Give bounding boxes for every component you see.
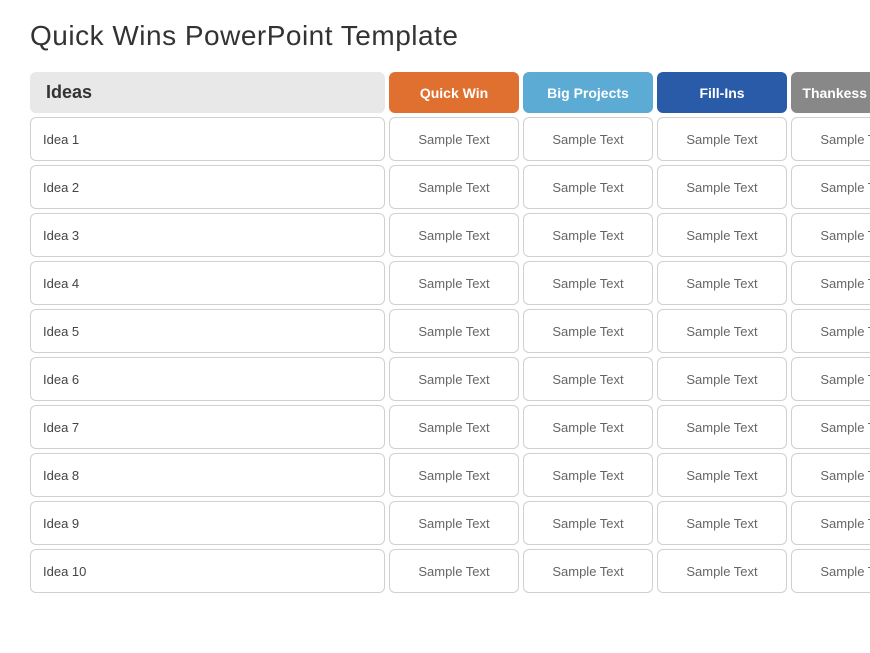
table-row: Idea 7Sample TextSample TextSample TextS… — [30, 405, 840, 449]
big-projects-cell-10[interactable]: Sample Text — [523, 549, 653, 593]
quick-win-cell-9[interactable]: Sample Text — [389, 501, 519, 545]
table-row: Idea 8Sample TextSample TextSample TextS… — [30, 453, 840, 497]
thankless-tasks-cell-6[interactable]: Sample Text — [791, 357, 870, 401]
fill-ins-cell-10[interactable]: Sample Text — [657, 549, 787, 593]
fill-ins-cell-6[interactable]: Sample Text — [657, 357, 787, 401]
idea-cell-9[interactable]: Idea 9 — [30, 501, 385, 545]
fill-ins-cell-2[interactable]: Sample Text — [657, 165, 787, 209]
big-projects-cell-4[interactable]: Sample Text — [523, 261, 653, 305]
big-projects-cell-5[interactable]: Sample Text — [523, 309, 653, 353]
header-quick-win: Quick Win — [389, 72, 519, 113]
quick-win-cell-5[interactable]: Sample Text — [389, 309, 519, 353]
header-big-projects: Big Projects — [523, 72, 653, 113]
thankless-tasks-cell-8[interactable]: Sample Text — [791, 453, 870, 497]
big-projects-cell-8[interactable]: Sample Text — [523, 453, 653, 497]
table-row: Idea 9Sample TextSample TextSample TextS… — [30, 501, 840, 545]
quick-win-cell-10[interactable]: Sample Text — [389, 549, 519, 593]
idea-cell-5[interactable]: Idea 5 — [30, 309, 385, 353]
big-projects-cell-3[interactable]: Sample Text — [523, 213, 653, 257]
table-row: Idea 4Sample TextSample TextSample TextS… — [30, 261, 840, 305]
thankless-tasks-cell-10[interactable]: Sample Text — [791, 549, 870, 593]
big-projects-cell-1[interactable]: Sample Text — [523, 117, 653, 161]
table-row: Idea 5Sample TextSample TextSample TextS… — [30, 309, 840, 353]
idea-cell-2[interactable]: Idea 2 — [30, 165, 385, 209]
quick-win-cell-7[interactable]: Sample Text — [389, 405, 519, 449]
table-row: Idea 2Sample TextSample TextSample TextS… — [30, 165, 840, 209]
table-body: Idea 1Sample TextSample TextSample TextS… — [30, 117, 840, 593]
table-row: Idea 3Sample TextSample TextSample TextS… — [30, 213, 840, 257]
idea-cell-4[interactable]: Idea 4 — [30, 261, 385, 305]
quick-win-cell-6[interactable]: Sample Text — [389, 357, 519, 401]
fill-ins-cell-4[interactable]: Sample Text — [657, 261, 787, 305]
quick-win-cell-8[interactable]: Sample Text — [389, 453, 519, 497]
fill-ins-cell-9[interactable]: Sample Text — [657, 501, 787, 545]
big-projects-cell-7[interactable]: Sample Text — [523, 405, 653, 449]
thankless-tasks-cell-9[interactable]: Sample Text — [791, 501, 870, 545]
idea-cell-6[interactable]: Idea 6 — [30, 357, 385, 401]
table-row: Idea 1Sample TextSample TextSample TextS… — [30, 117, 840, 161]
quick-win-cell-4[interactable]: Sample Text — [389, 261, 519, 305]
idea-cell-7[interactable]: Idea 7 — [30, 405, 385, 449]
table-header: Ideas Quick Win Big Projects Fill-Ins Th… — [30, 72, 840, 113]
quick-win-cell-3[interactable]: Sample Text — [389, 213, 519, 257]
thankless-tasks-cell-4[interactable]: Sample Text — [791, 261, 870, 305]
idea-cell-3[interactable]: Idea 3 — [30, 213, 385, 257]
page-title: Quick Wins PowerPoint Template — [30, 20, 840, 52]
table-row: Idea 10Sample TextSample TextSample Text… — [30, 549, 840, 593]
fill-ins-cell-8[interactable]: Sample Text — [657, 453, 787, 497]
header-ideas: Ideas — [30, 72, 385, 113]
thankless-tasks-cell-1[interactable]: Sample Text — [791, 117, 870, 161]
fill-ins-cell-1[interactable]: Sample Text — [657, 117, 787, 161]
fill-ins-cell-7[interactable]: Sample Text — [657, 405, 787, 449]
thankless-tasks-cell-5[interactable]: Sample Text — [791, 309, 870, 353]
table-row: Idea 6Sample TextSample TextSample TextS… — [30, 357, 840, 401]
fill-ins-cell-5[interactable]: Sample Text — [657, 309, 787, 353]
thankless-tasks-cell-2[interactable]: Sample Text — [791, 165, 870, 209]
thankless-tasks-cell-3[interactable]: Sample Text — [791, 213, 870, 257]
big-projects-cell-6[interactable]: Sample Text — [523, 357, 653, 401]
thankless-tasks-cell-7[interactable]: Sample Text — [791, 405, 870, 449]
fill-ins-cell-3[interactable]: Sample Text — [657, 213, 787, 257]
quick-win-cell-1[interactable]: Sample Text — [389, 117, 519, 161]
idea-cell-10[interactable]: Idea 10 — [30, 549, 385, 593]
header-fill-ins: Fill-Ins — [657, 72, 787, 113]
idea-cell-1[interactable]: Idea 1 — [30, 117, 385, 161]
big-projects-cell-2[interactable]: Sample Text — [523, 165, 653, 209]
big-projects-cell-9[interactable]: Sample Text — [523, 501, 653, 545]
quick-win-cell-2[interactable]: Sample Text — [389, 165, 519, 209]
table-container: Ideas Quick Win Big Projects Fill-Ins Th… — [30, 72, 840, 593]
idea-cell-8[interactable]: Idea 8 — [30, 453, 385, 497]
header-thankless-tasks: Thankess Tasks — [791, 72, 870, 113]
